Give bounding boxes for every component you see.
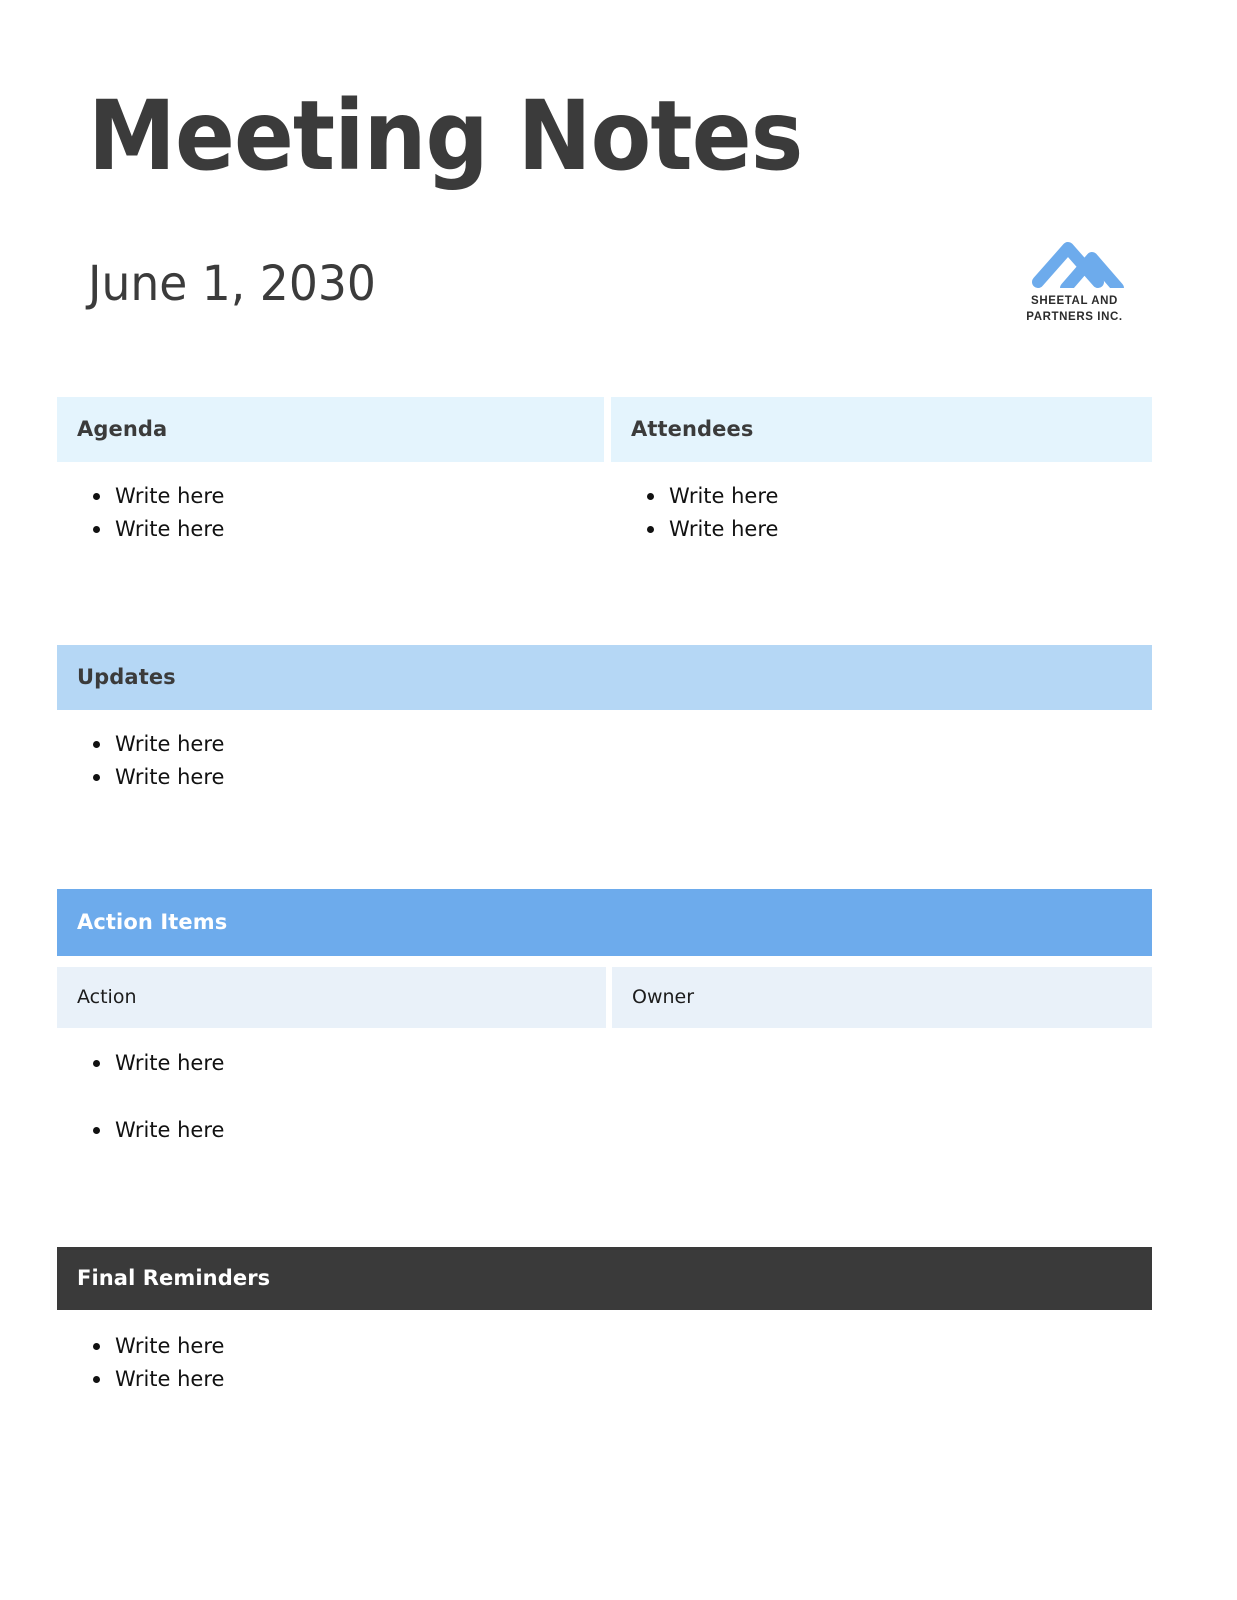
list-item[interactable]: Write here (57, 1030, 606, 1097)
updates-item-text: Write here (115, 765, 225, 789)
attendees-item-text: Write here (669, 517, 779, 541)
agenda-header-bar: Agenda (57, 397, 604, 462)
agenda-item-text: Write here (115, 517, 225, 541)
bullet-icon (93, 1127, 100, 1134)
updates-list: Write here Write here (57, 728, 1152, 794)
bullet-icon (93, 741, 100, 748)
action-items-heading: Action Items (77, 910, 228, 934)
agenda-item-text: Write here (115, 484, 225, 508)
attendees-heading: Attendees (631, 417, 754, 441)
action-column-header: Action (57, 967, 606, 1028)
attendees-header-bar: Attendees (611, 397, 1152, 462)
list-item[interactable]: Write here (57, 513, 604, 546)
final-reminders-header-bar: Final Reminders (57, 1247, 1152, 1310)
final-reminder-text: Write here (115, 1334, 225, 1358)
action-column-label: Action (77, 986, 137, 1008)
bullet-icon (647, 493, 654, 500)
action-item-text: Write here (115, 1118, 225, 1142)
final-reminder-text: Write here (115, 1367, 225, 1391)
list-item[interactable]: Write here (57, 761, 1152, 794)
list-item[interactable]: Write here (57, 480, 604, 513)
bullet-icon (93, 774, 100, 781)
document-header: Meeting Notes June 1, 2030 SHEETAL AND P… (0, 0, 1237, 380)
bullet-icon (93, 1376, 100, 1383)
page-title: Meeting Notes (88, 80, 803, 192)
bullet-icon (93, 493, 100, 500)
bullet-icon (647, 526, 654, 533)
list-item[interactable]: Write here (57, 1097, 606, 1164)
list-item[interactable]: Write here (611, 513, 1152, 546)
company-name-line-1: SHEETAL AND (1031, 295, 1118, 307)
bullet-icon (93, 1343, 100, 1350)
meeting-notes-document: Meeting Notes June 1, 2030 SHEETAL AND P… (0, 0, 1237, 1600)
double-chevron-up-icon (1032, 242, 1124, 288)
agenda-list: Write here Write here (57, 480, 604, 546)
list-item[interactable]: Write here (57, 728, 1152, 761)
list-item[interactable]: Write here (57, 1363, 1152, 1396)
attendees-item-text: Write here (669, 484, 779, 508)
company-name: SHEETAL AND PARTNERS INC. (1012, 294, 1137, 325)
company-name-line-2: PARTNERS INC. (1026, 310, 1123, 323)
updates-heading: Updates (77, 665, 176, 689)
list-item[interactable]: Write here (57, 1330, 1152, 1363)
meeting-date: June 1, 2030 (88, 256, 376, 312)
owner-column-label: Owner (632, 986, 695, 1008)
action-items-header-bar: Action Items (57, 889, 1152, 956)
final-reminders-list: Write here Write here (57, 1330, 1152, 1396)
final-reminders-heading: Final Reminders (77, 1266, 271, 1290)
updates-item-text: Write here (115, 732, 225, 756)
owner-column-header: Owner (612, 967, 1152, 1028)
bullet-icon (93, 1060, 100, 1067)
action-item-text: Write here (115, 1051, 225, 1075)
list-item[interactable]: Write here (611, 480, 1152, 513)
action-items-list: Write here Write here (57, 1030, 606, 1164)
updates-header-bar: Updates (57, 645, 1152, 710)
agenda-heading: Agenda (77, 417, 168, 441)
bullet-icon (93, 526, 100, 533)
attendees-list: Write here Write here (611, 480, 1152, 546)
company-logo: SHEETAL AND PARTNERS INC. (1012, 226, 1137, 336)
